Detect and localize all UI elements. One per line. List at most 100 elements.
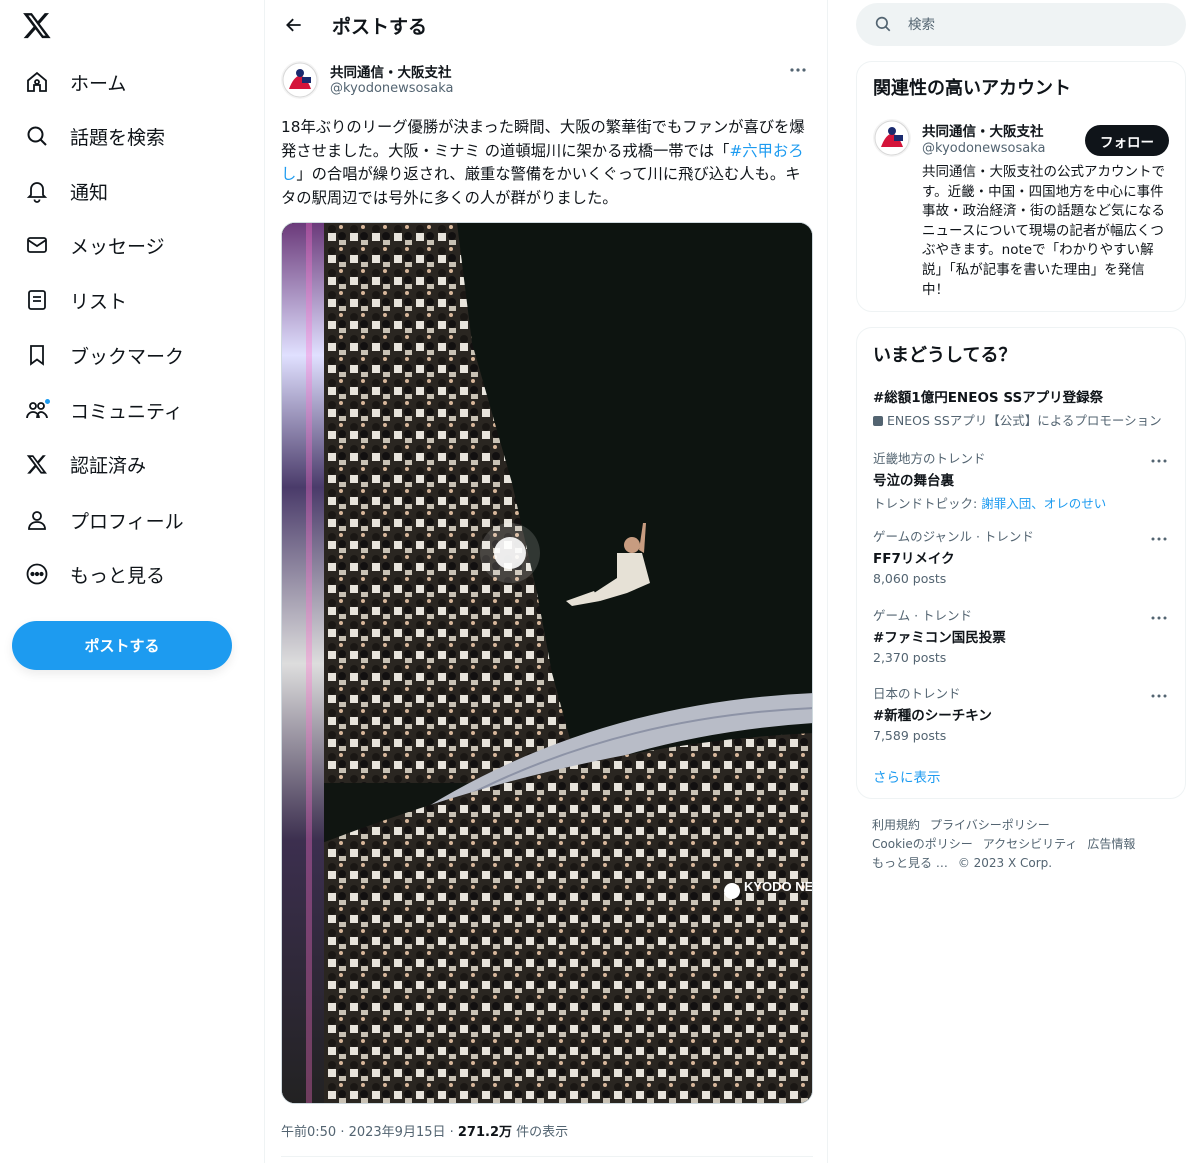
trend-item[interactable]: ゲーム · トレンド #ファミコン国民投票 2,370 posts	[873, 605, 1173, 665]
trend-post-count: 8,060 posts	[873, 571, 947, 586]
author-name[interactable]: 共同通信・大阪支社	[330, 61, 452, 81]
nav-label: ブックマーク	[70, 345, 185, 368]
tweet-photo[interactable]: KYODO NEWS	[281, 222, 813, 1104]
back-arrow-icon[interactable]	[279, 10, 309, 40]
post-button[interactable]: ポストする	[12, 621, 232, 670]
more-circle-icon	[24, 561, 50, 587]
footer-link[interactable]: 利用規約	[872, 818, 920, 832]
trend-category: ゲーム · トレンド	[873, 608, 973, 623]
nav-label: 認証済み	[70, 454, 147, 477]
nav-label: リスト	[70, 290, 128, 313]
tweet-text-end: 」の合唱が繰り返され、厳重な警備をかいくぐって川に飛び込む人も。キタの駅周辺では…	[281, 165, 801, 207]
nav-home[interactable]: ホーム	[14, 59, 136, 105]
nav-messages[interactable]: メッセージ	[14, 222, 175, 268]
watermark-text: KYODO NEWS	[744, 879, 813, 894]
related-accounts-card: 関連性の高いアカウント 共同通信・大阪支社 @kyodonewsosaka フォ…	[856, 61, 1186, 312]
nav-bookmarks[interactable]: ブックマーク	[14, 332, 194, 378]
nav-explore[interactable]: 話題を検索	[14, 113, 175, 159]
trend-post-count: 7,589 posts	[873, 728, 947, 743]
tweet-author: 共同通信・大阪支社 @kyodonewsosaka	[281, 58, 813, 102]
footer-link[interactable]: Cookieのポリシー	[872, 837, 973, 851]
trend-more-icon[interactable]	[1149, 611, 1169, 625]
nav-label: メッセージ	[70, 235, 165, 258]
tweet-timestamp[interactable]: 午前0:50 · 2023年9月15日 ·	[281, 1125, 458, 1140]
trends-card: いまどうしてる？ #総額1億円ENEOS SSアプリ登録祭 ENEOS SSアプ…	[856, 327, 1186, 799]
footer-link[interactable]: アクセシビリティ	[983, 837, 1078, 851]
nav-label: プロフィール	[70, 510, 184, 533]
nav-label: 通知	[70, 181, 109, 204]
tweet-text-start: 18年ぶりのリーグ優勝が決まった瞬間、大阪の繁華街でもファンが喜びを爆発させまし…	[281, 118, 805, 160]
divider	[281, 1156, 813, 1157]
related-bio: 共同通信・大阪支社の公式アカウントです。近畿・中国・四国地方を中心に事件事故・政…	[922, 164, 1165, 298]
trend-more-icon[interactable]	[1149, 454, 1169, 468]
nav-profile[interactable]: プロフィール	[14, 497, 194, 543]
nav-label: 話題を検索	[70, 126, 166, 149]
trend-title: #新種のシーチキン	[873, 708, 992, 724]
mail-icon	[24, 232, 50, 258]
search-icon	[874, 15, 894, 35]
trend-item[interactable]: 日本のトレンド #新種のシーチキン 7,589 posts	[873, 683, 1173, 743]
trend-category: ゲームのジャンル · トレンド	[873, 529, 1034, 544]
promo-label: ENEOS SSアプリ【公式】によるプロモーション	[887, 413, 1162, 428]
trend-topic-links[interactable]: 謝罪入団、オレのせい	[981, 496, 1106, 511]
nav-communities[interactable]: コミュニティ	[14, 387, 193, 433]
nav-verified[interactable]: 認証済み	[14, 441, 156, 487]
footer-link[interactable]: 広告情報	[1087, 837, 1135, 851]
nav-label: ホーム	[70, 72, 127, 95]
tweet-meta: 午前0:50 · 2023年9月15日 · 271.2万 件の表示	[281, 1121, 568, 1140]
avatar[interactable]	[873, 119, 911, 157]
x-verified-icon	[24, 451, 50, 477]
follow-button[interactable]: フォロー	[1085, 125, 1169, 156]
related-handle[interactable]: @kyodonewsosaka	[922, 141, 1046, 156]
person-icon	[24, 507, 50, 533]
trend-topics: トレンドトピック: 謝罪入団、オレのせい	[873, 493, 1173, 512]
notification-dot	[44, 398, 51, 405]
more-options-icon[interactable]	[783, 58, 813, 82]
trend-category: 近畿地方のトレンド	[873, 451, 986, 466]
trends-title: いまどうしてる？	[873, 345, 1017, 366]
promoted-icon	[873, 416, 883, 426]
footer-link[interactable]: もっと見る …	[872, 856, 948, 870]
nav-more[interactable]: もっと見る	[14, 551, 175, 597]
avatar[interactable]	[281, 61, 319, 99]
trend-item[interactable]: ゲームのジャンル · トレンド FF7リメイク 8,060 posts	[873, 526, 1173, 586]
trend-item[interactable]: 近畿地方のトレンド 号泣の舞台裏 トレンドトピック: 謝罪入団、オレのせい	[873, 448, 1173, 512]
show-more-link[interactable]: さらに表示	[873, 766, 941, 786]
trend-title: 号泣の舞台裏	[873, 473, 954, 489]
trend-topics-label: トレンドトピック:	[873, 496, 982, 511]
trend-more-icon[interactable]	[1149, 689, 1169, 703]
trend-title: FF7リメイク	[873, 551, 955, 567]
view-count: 271.2万	[457, 1125, 513, 1140]
bookmark-icon	[24, 342, 50, 368]
related-title: 関連性の高いアカウント	[873, 78, 1071, 99]
nav-label: コミュニティ	[70, 400, 183, 423]
footer-links: 利用規約 プライバシーポリシー Cookieのポリシー アクセシビリティ 広告情報 も…	[872, 816, 1145, 873]
search-box[interactable]	[856, 3, 1186, 46]
left-navigation: ホーム 話題を検索 通知 メッセージ リスト ブックマーク コミュニティ 認証済…	[0, 0, 264, 1163]
promoted-trend[interactable]: #総額1億円ENEOS SSアプリ登録祭 ENEOS SSアプリ【公式】によるプ…	[873, 386, 1173, 429]
view-count-suffix: 件の表示	[512, 1125, 569, 1140]
trend-title: #総額1億円ENEOS SSアプリ登録祭	[873, 390, 1104, 406]
tweet-text: 18年ぶりのリーグ優勝が決まった瞬間、大阪の繁華街でもファンが喜びを爆発させまし…	[281, 116, 813, 210]
search-input[interactable]	[908, 16, 1158, 33]
x-logo-icon[interactable]	[22, 10, 52, 40]
nav-notifications[interactable]: 通知	[14, 168, 118, 214]
trend-more-icon[interactable]	[1149, 532, 1169, 546]
related-name[interactable]: 共同通信・大阪支社	[922, 120, 1044, 140]
list-icon	[24, 287, 50, 313]
search-icon	[24, 123, 50, 149]
trend-title: #ファミコン国民投票	[873, 630, 1006, 646]
page-title: ポストする	[332, 16, 428, 38]
bell-icon	[24, 178, 50, 204]
main-column: ポストする 共同通信・大阪支社 @kyodonewsosaka 18年ぶりのリー…	[264, 0, 828, 1163]
trend-post-count: 2,370 posts	[873, 650, 947, 665]
post-header: ポストする	[265, 0, 827, 50]
author-handle[interactable]: @kyodonewsosaka	[330, 81, 454, 96]
footer-link[interactable]: プライバシーポリシー	[930, 818, 1050, 832]
home-icon	[24, 69, 50, 95]
right-sidebar: 関連性の高いアカウント 共同通信・大阪支社 @kyodonewsosaka フォ…	[856, 0, 1186, 1163]
nav-lists[interactable]: リスト	[14, 277, 137, 323]
trend-category: 日本のトレンド	[873, 686, 961, 701]
nav-label: もっと見る	[70, 564, 166, 587]
communities-icon	[24, 397, 51, 423]
